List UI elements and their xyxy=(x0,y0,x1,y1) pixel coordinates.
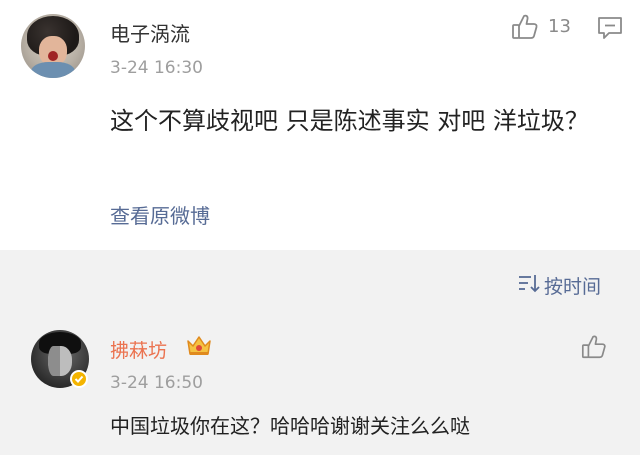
reply-username[interactable]: 拂菻坊 xyxy=(110,336,167,363)
comment-timestamp: 3-24 16:30 xyxy=(110,58,203,78)
comment-icon[interactable] xyxy=(597,15,623,45)
reply-thumbs-up-icon[interactable] xyxy=(580,333,608,365)
sort-label: 按时间 xyxy=(544,275,602,298)
username[interactable]: 电子涡流 xyxy=(110,18,190,47)
sort-icon xyxy=(518,273,540,297)
verified-badge-icon xyxy=(70,370,88,388)
user-avatar[interactable] xyxy=(21,14,85,78)
reply-timestamp: 3-24 16:50 xyxy=(110,373,203,393)
view-original-link[interactable]: 查看原微博 xyxy=(110,200,210,229)
sort-by-time-button[interactable]: 按时间 xyxy=(518,272,601,298)
crown-icon xyxy=(186,334,212,362)
thumbs-up-icon[interactable] xyxy=(510,12,540,46)
reply-text: 中国垃圾你在这？哈哈哈谢谢关注么么哒 xyxy=(110,414,470,438)
comment-text: 这个不算歧视吧 只是陈述事实 对吧 洋垃圾？ xyxy=(110,107,589,135)
like-count: 13 xyxy=(548,16,571,37)
